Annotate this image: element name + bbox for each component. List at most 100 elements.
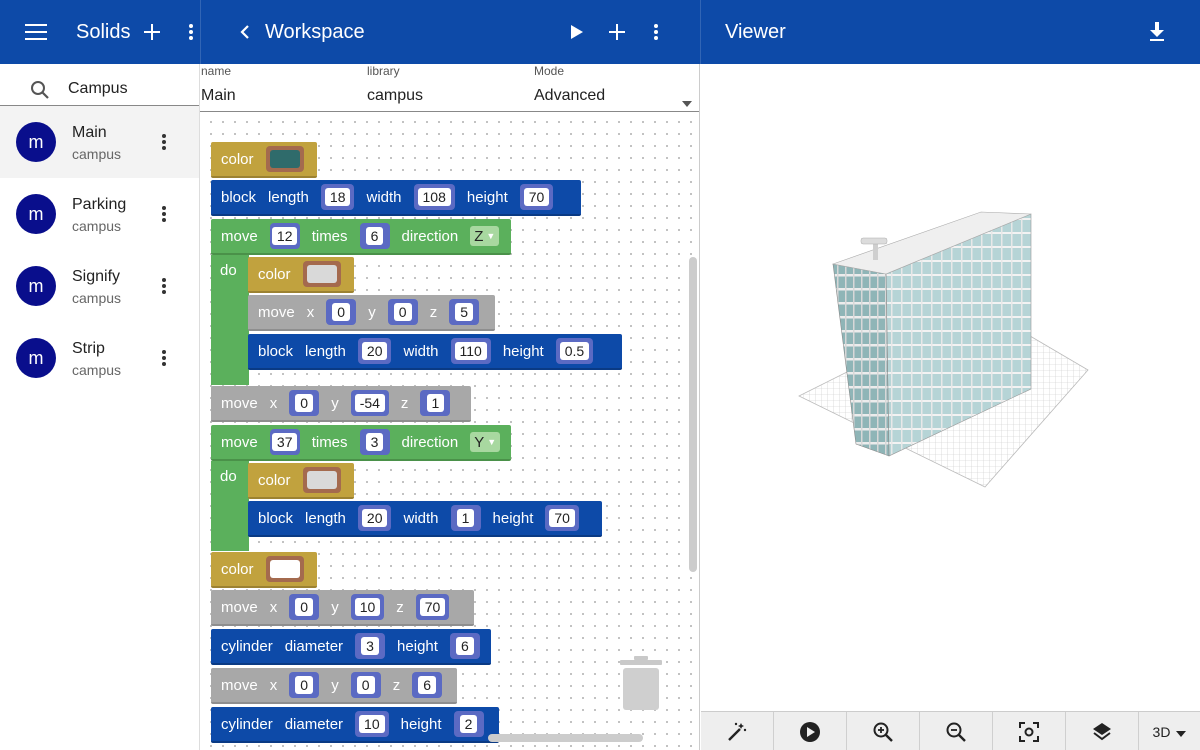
number-input[interactable]: 0 [387, 299, 418, 325]
add-solid-icon[interactable] [140, 20, 164, 44]
vertical-scrollbar[interactable] [689, 257, 697, 572]
number-input[interactable]: 108 [413, 184, 455, 210]
direction-dropdown[interactable]: Y ▼ [470, 432, 501, 452]
more-vert-icon[interactable] [154, 346, 174, 370]
name-field[interactable]: Main [201, 87, 236, 105]
block-block[interactable]: block length 20 width 1 height 70 [248, 501, 602, 537]
number-input[interactable]: 18 [320, 184, 355, 210]
cylinder-block[interactable]: cylinder diameter 3 height 6 [211, 629, 491, 665]
number-value: 0 [356, 676, 375, 694]
block-keyword: color [258, 265, 291, 283]
viewer-canvas[interactable] [701, 64, 1200, 750]
search-input[interactable]: Campus [68, 80, 128, 98]
number-input[interactable]: 2 [453, 711, 484, 737]
number-input[interactable]: 12 [269, 223, 300, 249]
number-input[interactable]: 0 [289, 390, 320, 416]
number-input[interactable]: 70 [545, 505, 579, 531]
download-icon[interactable] [1145, 20, 1169, 44]
more-vert-icon[interactable] [154, 130, 174, 154]
dropdown-arrow-icon[interactable] [682, 94, 692, 112]
solid-name: Strip [72, 340, 105, 357]
number-input[interactable]: 5 [449, 299, 480, 325]
number-input[interactable]: 0.5 [555, 338, 594, 364]
number-input[interactable]: 0 [289, 672, 320, 698]
cylinder-block[interactable]: cylinder diameter 10 height 2 [211, 707, 499, 743]
number-input[interactable]: 70 [415, 594, 450, 620]
number-input[interactable]: 6 [449, 633, 480, 659]
move-block[interactable]: move x 0 y -54 z 1 [211, 386, 471, 422]
block-block[interactable]: block length 18 width 108 height 70 [211, 180, 581, 216]
number-input[interactable]: 37 [269, 429, 300, 455]
color-picker[interactable] [302, 261, 341, 287]
move-block[interactable]: move x 0 y 0 z 6 [211, 668, 457, 704]
building-3d-model [798, 211, 1089, 488]
solid-item-parking[interactable]: m Parking campus [0, 178, 199, 250]
chevron-down-icon: ▼ [486, 231, 496, 241]
repeat-block[interactable]: move 12 times 6 direction Z ▼ [211, 219, 511, 255]
library-field[interactable]: campus [367, 87, 423, 105]
param-label: x [269, 394, 278, 412]
number-input[interactable]: 6 [412, 672, 443, 698]
number-input[interactable]: 10 [350, 594, 385, 620]
solids-more-icon[interactable] [182, 20, 200, 44]
color-picker[interactable] [265, 146, 304, 172]
color-picker[interactable] [302, 467, 341, 493]
color-block[interactable]: color [211, 142, 317, 178]
number-input[interactable]: 20 [357, 505, 392, 531]
add-block-icon[interactable] [605, 20, 629, 44]
number-input[interactable]: 6 [359, 223, 390, 249]
param-label: height [397, 637, 438, 655]
play-circle-icon[interactable] [774, 712, 847, 750]
param-label: x [306, 303, 315, 321]
solid-library: campus [72, 362, 122, 378]
direction-value: Y [474, 433, 485, 451]
solid-item-main[interactable]: m Main campus [0, 106, 199, 178]
color-picker[interactable] [265, 556, 304, 582]
zoom-out-icon[interactable] [920, 712, 993, 750]
menu-icon[interactable] [24, 20, 48, 44]
magic-wand-icon[interactable] [701, 712, 774, 750]
search-bar[interactable]: Campus [0, 64, 199, 106]
number-input[interactable]: 1 [450, 505, 481, 531]
color-block[interactable]: color [211, 552, 317, 588]
direction-dropdown[interactable]: Z ▼ [470, 226, 500, 246]
workspace-more-icon[interactable] [647, 20, 665, 44]
move-block[interactable]: move x 0 y 10 z 70 [211, 590, 474, 626]
solids-appbar: Solids [0, 0, 200, 64]
zoom-in-icon[interactable] [847, 712, 920, 750]
number-input[interactable]: -54 [350, 390, 389, 416]
color-block[interactable]: color [248, 463, 354, 499]
more-vert-icon[interactable] [154, 202, 174, 226]
layers-icon[interactable] [1066, 712, 1139, 750]
number-input[interactable]: 3 [359, 429, 390, 455]
solid-item-signify[interactable]: m Signify campus [0, 250, 199, 322]
mode-select[interactable]: Advanced [534, 87, 605, 105]
number-input[interactable]: 0 [350, 672, 381, 698]
trash-can-icon[interactable] [620, 656, 662, 717]
number-input[interactable]: 3 [355, 633, 386, 659]
more-vert-icon[interactable] [154, 274, 174, 298]
solid-item-strip[interactable]: m Strip campus [0, 322, 199, 394]
number-value: 0 [295, 394, 314, 412]
number-input[interactable]: 0 [289, 594, 320, 620]
number-value: 70 [549, 509, 575, 527]
fit-view-icon[interactable] [993, 712, 1066, 750]
param-label: height [502, 342, 544, 360]
back-chevron-icon[interactable] [233, 20, 257, 44]
repeat-block[interactable]: move 37 times 3 direction Y ▼ [211, 425, 511, 461]
number-input[interactable]: 20 [357, 338, 392, 364]
blockly-workspace[interactable]: color block length 18 width 108 height 7… [201, 112, 699, 750]
horizontal-scrollbar[interactable] [488, 734, 643, 742]
color-block[interactable]: color [248, 257, 354, 293]
run-icon[interactable] [565, 20, 589, 44]
view-mode-select[interactable]: 3D [1139, 712, 1200, 750]
number-input[interactable]: 70 [519, 184, 554, 210]
avatar: m [16, 194, 56, 234]
move-block[interactable]: move x 0 y 0 z 5 [248, 295, 495, 331]
param-label: direction [401, 433, 459, 451]
number-input[interactable]: 0 [326, 299, 357, 325]
block-block[interactable]: block length 20 width 110 height 0.5 [248, 334, 622, 370]
number-input[interactable]: 110 [450, 338, 491, 364]
number-input[interactable]: 1 [420, 390, 451, 416]
number-input[interactable]: 10 [355, 711, 389, 737]
